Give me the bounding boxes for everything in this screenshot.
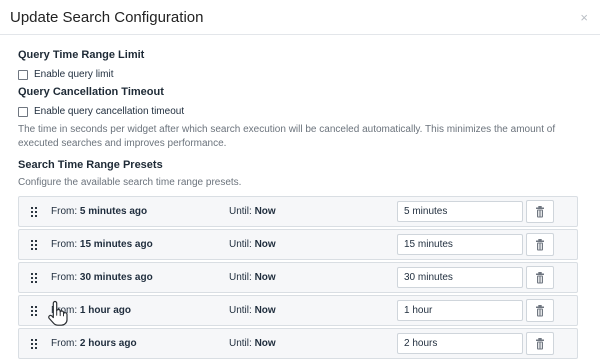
preset-from-label: From: (51, 338, 78, 349)
query-cancellation-timeout-title: Query Cancellation Timeout (18, 86, 164, 98)
preset-from-value: 30 minutes ago (79, 272, 153, 283)
drag-handle-icon[interactable] (25, 206, 43, 217)
preset-until-label: Until: (229, 338, 252, 349)
preset-description-input[interactable]: 2 hours (397, 333, 523, 354)
preset-until-value: Now (254, 272, 276, 283)
drag-handle-icon[interactable] (25, 305, 43, 316)
close-icon[interactable]: × (580, 10, 588, 25)
preset-until: Until: Now (229, 239, 397, 250)
preset-from: From: 15 minutes ago (51, 239, 229, 250)
trash-icon[interactable] (526, 266, 554, 289)
preset-until-value: Now (254, 239, 276, 250)
drag-handle-icon[interactable] (25, 239, 43, 250)
preset-until-value: Now (254, 305, 276, 316)
preset-until-value: Now (254, 338, 276, 349)
trash-icon[interactable] (526, 200, 554, 223)
enable-query-cancellation-timeout-checkbox[interactable] (18, 106, 28, 117)
preset-description-input[interactable]: 15 minutes (397, 234, 523, 255)
preset-from-value: 15 minutes ago (79, 239, 153, 250)
preset-from-label: From: (51, 272, 78, 283)
preset-from-value: 2 hours ago (79, 338, 137, 349)
enable-query-cancellation-timeout-row[interactable]: Enable query cancellation timeout (18, 106, 582, 117)
preset-from: From: 5 minutes ago (51, 206, 229, 217)
preset-until: Until: Now (229, 272, 397, 283)
preset-row: From: 15 minutes ago Until: Now 15 minut… (18, 229, 578, 260)
preset-description-input[interactable]: 1 hour (397, 300, 523, 321)
enable-query-limit-checkbox[interactable] (18, 69, 28, 80)
trash-icon[interactable] (526, 299, 554, 322)
dialog-header: Update Search Configuration × (0, 0, 600, 35)
preset-from-value: 5 minutes ago (79, 206, 148, 217)
enable-query-limit-label: Enable query limit (34, 69, 114, 80)
preset-from: From: 1 hour ago (51, 305, 229, 316)
preset-description-input[interactable]: 5 minutes (397, 201, 523, 222)
drag-handle-icon[interactable] (25, 272, 43, 283)
trash-icon[interactable] (526, 332, 554, 355)
preset-row: From: 2 hours ago Until: Now 2 hours (18, 328, 578, 359)
preset-from-value: 1 hour ago (79, 305, 132, 316)
preset-description-input[interactable]: 30 minutes (397, 267, 523, 288)
presets-list: From: 5 minutes ago Until: Now 5 minutes (18, 196, 578, 359)
search-time-range-presets-subtitle: Configure the available search time rang… (18, 177, 242, 188)
query-cancellation-help-text: The time in seconds per widget after whi… (18, 124, 556, 149)
preset-row: From: 1 hour ago Until: Now 1 hour (18, 295, 578, 326)
preset-until-label: Until: (229, 272, 252, 283)
update-search-configuration-dialog: Update Search Configuration × Query Time… (0, 0, 600, 359)
preset-row: From: 30 minutes ago Until: Now 30 minut… (18, 262, 578, 293)
dialog-body: Query Time Range Limit Enable query limi… (0, 35, 600, 359)
trash-icon[interactable] (526, 233, 554, 256)
preset-row: From: 5 minutes ago Until: Now 5 minutes (18, 196, 578, 227)
enable-query-limit-row[interactable]: Enable query limit (18, 69, 582, 80)
preset-from: From: 30 minutes ago (51, 272, 229, 283)
query-time-range-limit-title: Query Time Range Limit (18, 49, 145, 61)
dialog-title: Update Search Configuration (10, 8, 204, 26)
preset-from-label: From: (51, 206, 78, 217)
preset-from: From: 2 hours ago (51, 338, 229, 349)
preset-until-label: Until: (229, 239, 252, 250)
preset-from-label: From: (51, 239, 78, 250)
preset-until: Until: Now (229, 206, 397, 217)
search-time-range-presets-title: Search Time Range Presets (18, 159, 163, 171)
enable-query-cancellation-timeout-label: Enable query cancellation timeout (34, 106, 185, 117)
preset-until-label: Until: (229, 305, 252, 316)
preset-until-label: Until: (229, 206, 252, 217)
preset-until-value: Now (254, 206, 276, 217)
preset-until: Until: Now (229, 305, 397, 316)
hand-pointer-icon (47, 300, 69, 326)
drag-handle-icon[interactable] (25, 338, 43, 349)
preset-until: Until: Now (229, 338, 397, 349)
